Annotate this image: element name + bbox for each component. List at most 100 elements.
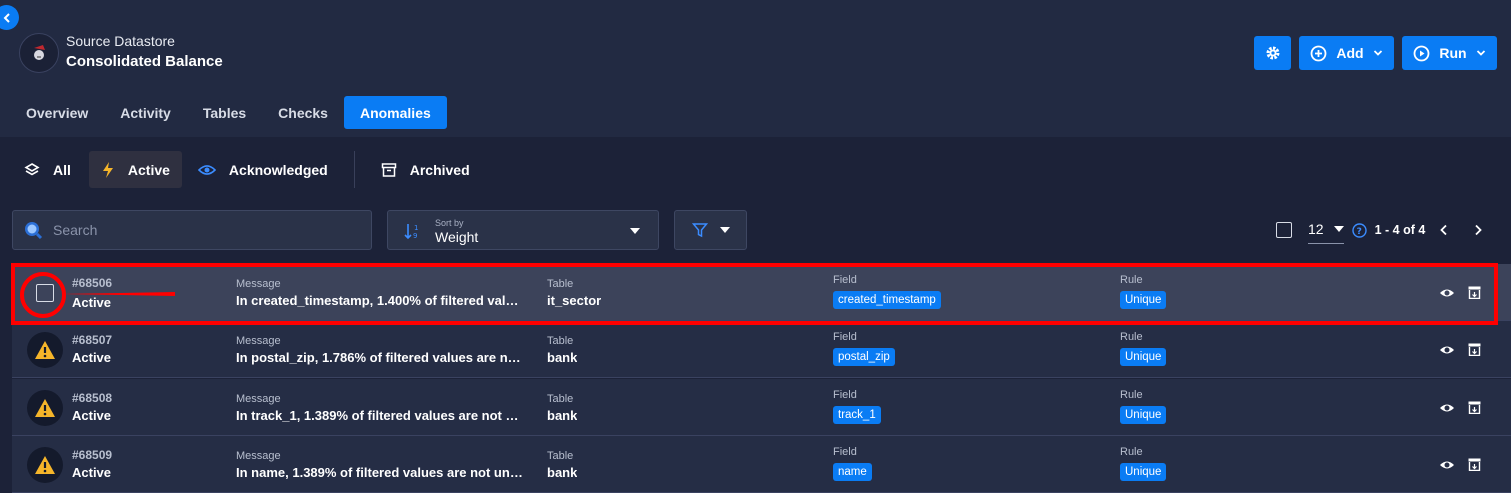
table-label: Table xyxy=(547,335,574,347)
tab-tables[interactable]: Tables xyxy=(187,96,262,129)
anomaly-row[interactable]: #68508 Active Message In track_1, 1.389%… xyxy=(12,379,1511,436)
sort-value: Weight xyxy=(435,229,479,245)
warning-badge xyxy=(27,332,63,368)
svg-text:9: 9 xyxy=(413,232,417,240)
svg-text:1: 1 xyxy=(414,224,418,232)
filter-archived-label: Archived xyxy=(409,161,470,178)
page-range: 1 - 4 of 4 xyxy=(1374,223,1426,237)
sort-caption: Sort by xyxy=(435,218,464,228)
collapse-sidebar-button[interactable] xyxy=(0,5,19,30)
tab-anomalies[interactable]: Anomalies xyxy=(343,96,447,129)
archive-row-icon[interactable] xyxy=(1468,286,1481,299)
sort-select[interactable]: 1 9 Sort by Weight xyxy=(387,210,659,250)
sort-icon: 1 9 xyxy=(404,224,418,240)
gear-icon xyxy=(1266,46,1279,60)
anomaly-row[interactable]: #68506 Active Message In created_timesta… xyxy=(12,264,1511,321)
eye-icon xyxy=(197,164,216,175)
layers-icon xyxy=(24,162,40,175)
tab-overview[interactable]: Overview xyxy=(10,96,104,129)
anomaly-id[interactable]: #68507 xyxy=(72,333,112,347)
page-size-value: 12 xyxy=(1308,220,1324,237)
field-label: Field xyxy=(833,331,857,343)
tab-activity[interactable]: Activity xyxy=(104,96,187,129)
anomaly-status: Active xyxy=(72,408,112,423)
rule-label: Rule xyxy=(1120,446,1143,458)
warning-icon xyxy=(35,456,55,474)
datastore-name: Consolidated Balance xyxy=(66,53,223,70)
caret-down-icon xyxy=(630,228,640,234)
page-size-select[interactable]: 12 xyxy=(1308,216,1344,244)
field-chip: postal_zip xyxy=(833,348,895,366)
archive-row-icon[interactable] xyxy=(1468,458,1481,471)
chevron-down-icon xyxy=(1476,50,1485,56)
help-icon[interactable]: ? xyxy=(1351,222,1367,238)
archive-row-icon[interactable] xyxy=(1468,401,1481,414)
chevron-left-icon xyxy=(3,12,10,23)
filter-active-label: Active xyxy=(127,161,170,178)
view-eye-icon[interactable] xyxy=(1439,459,1455,471)
warning-icon xyxy=(35,399,55,417)
run-button-label: Run xyxy=(1439,45,1467,61)
archive-row-icon[interactable] xyxy=(1468,343,1481,356)
datastore-header: Source Datastore Consolidated Balance Ad… xyxy=(0,0,1511,137)
table-label: Table xyxy=(547,450,574,462)
warning-icon xyxy=(35,341,55,359)
archive-icon xyxy=(381,162,396,177)
field-label: Field xyxy=(833,389,857,401)
datastore-tabs: Overview Activity Tables Checks Anomalie… xyxy=(10,96,447,129)
anomaly-row[interactable]: #68509 Active Message In name, 1.389% of… xyxy=(12,436,1511,493)
anomaly-id[interactable]: #68508 xyxy=(72,391,112,405)
datastore-type: Source Datastore xyxy=(66,33,175,49)
chevron-right-icon[interactable] xyxy=(1473,224,1483,236)
filter-all[interactable]: All xyxy=(12,151,83,188)
filter-acknowledged[interactable]: Acknowledged xyxy=(186,151,340,188)
anomaly-row[interactable]: #68507 Active Message In postal_zip, 1.7… xyxy=(12,321,1511,378)
filter-all-label: All xyxy=(53,161,71,178)
message-label: Message xyxy=(236,450,281,462)
settings-button[interactable] xyxy=(1254,36,1291,70)
search-input[interactable] xyxy=(53,222,353,238)
rule-chip: Unique xyxy=(1120,348,1167,366)
caret-down-icon xyxy=(719,227,730,233)
field-chip: track_1 xyxy=(833,406,881,424)
anomaly-message: In created_timestamp, 1.400% of filtered… xyxy=(236,293,523,308)
view-eye-icon[interactable] xyxy=(1439,287,1455,299)
datastore-logo xyxy=(19,33,59,73)
bolt-icon xyxy=(102,161,113,178)
view-eye-icon[interactable] xyxy=(1439,402,1455,414)
chevron-left-icon[interactable] xyxy=(1439,224,1449,236)
plus-circle-icon xyxy=(1310,45,1327,61)
rule-chip: Unique xyxy=(1120,463,1167,481)
pagination: 12 ? 1 - 4 of 4 xyxy=(1276,216,1483,244)
rule-chip: Unique xyxy=(1120,406,1167,424)
anomaly-message: In postal_zip, 1.786% of filtered values… xyxy=(236,350,523,365)
filter-button[interactable] xyxy=(674,210,747,250)
filter-archived[interactable]: Archived xyxy=(369,151,482,188)
warning-badge xyxy=(27,390,63,426)
table-label: Table xyxy=(547,393,574,405)
anomaly-message: In track_1, 1.389% of filtered values ar… xyxy=(236,408,523,423)
table-label: Table xyxy=(547,278,574,290)
rule-label: Rule xyxy=(1120,389,1143,401)
anomaly-table: it_sector xyxy=(547,293,602,308)
run-button[interactable]: Run xyxy=(1402,36,1497,70)
anomaly-status-filter: All Active Acknowledged Archived xyxy=(12,151,482,188)
filter-active[interactable]: Active xyxy=(88,151,182,188)
message-label: Message xyxy=(236,393,281,405)
row-select-checkbox[interactable] xyxy=(36,284,54,302)
add-button-label: Add xyxy=(1336,45,1364,61)
select-all-checkbox[interactable] xyxy=(1276,222,1292,238)
rule-chip: Unique xyxy=(1120,291,1167,309)
field-label: Field xyxy=(833,446,857,458)
view-eye-icon[interactable] xyxy=(1439,344,1455,356)
tab-checks[interactable]: Checks xyxy=(262,96,344,129)
anomaly-status: Active xyxy=(72,465,112,480)
add-button[interactable]: Add xyxy=(1299,36,1394,70)
field-label: Field xyxy=(833,274,857,286)
field-chip: created_timestamp xyxy=(833,291,941,309)
anomaly-id[interactable]: #68509 xyxy=(72,448,112,462)
funnel-icon xyxy=(691,223,708,238)
search-icon xyxy=(25,222,43,240)
warning-badge xyxy=(27,447,63,483)
search-field[interactable] xyxy=(12,210,372,250)
